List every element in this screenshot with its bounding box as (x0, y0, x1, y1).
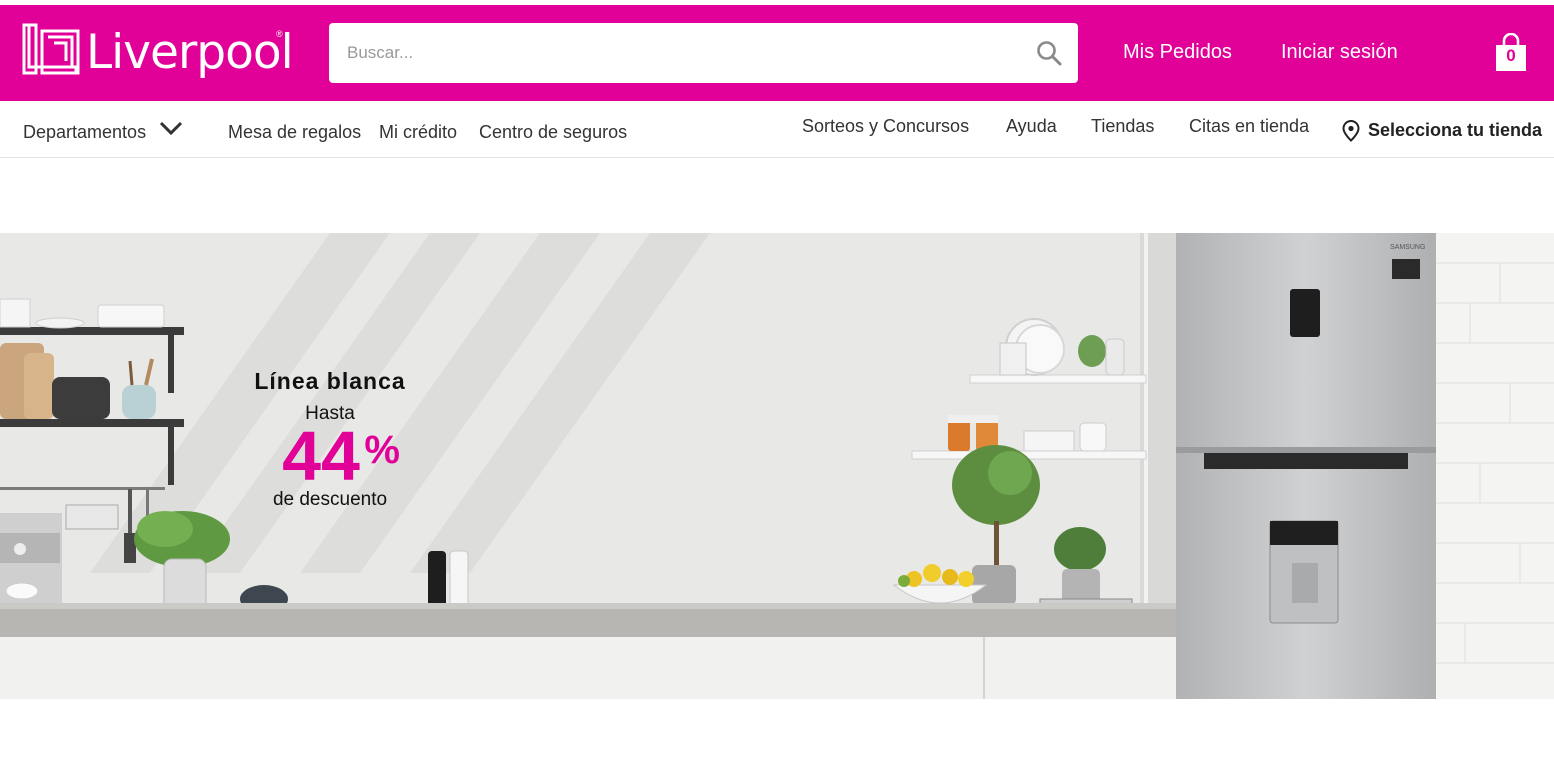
promo-discount-unit: % (364, 428, 400, 472)
location-pin-icon[interactable] (1342, 120, 1360, 142)
secondary-nav: Departamentos Mesa de regalos Mi crédito… (0, 101, 1554, 158)
select-store-link[interactable]: Selecciona tu tienda (1368, 120, 1542, 141)
shopping-bag-button[interactable]: 0 (1494, 32, 1528, 73)
nav-my-credit[interactable]: Mi crédito (379, 122, 457, 143)
cart-count: 0 (1506, 46, 1516, 65)
nav-insurance-center[interactable]: Centro de seguros (479, 122, 627, 143)
site-header: Liverpool ® Mis Pedidos Iniciar sesión 0 (0, 5, 1554, 101)
liverpool-logo[interactable]: Liverpool ® (22, 23, 294, 80)
nav-help[interactable]: Ayuda (1006, 116, 1057, 137)
nav-sweepstakes[interactable]: Sorteos y Concursos (802, 116, 969, 137)
search-icon[interactable] (1036, 40, 1062, 66)
chevron-down-icon[interactable] (159, 120, 183, 136)
nav-stores[interactable]: Tiendas (1091, 116, 1154, 137)
fridge-brand-label: SAMSUNG (1390, 244, 1425, 251)
promo-text: Línea blanca Hasta 44 % de descuento (230, 368, 430, 511)
nav-gift-registry[interactable]: Mesa de regalos (228, 122, 361, 143)
logo-wordmark: Liverpool (86, 25, 294, 80)
departments-menu[interactable]: Departamentos (23, 122, 146, 143)
liverpool-logo-icon (22, 23, 80, 75)
promo-title: Línea blanca (254, 368, 406, 394)
login-link[interactable]: Iniciar sesión (1281, 41, 1398, 64)
my-orders-link[interactable]: Mis Pedidos (1123, 41, 1232, 64)
promo-discount: 44 % (282, 421, 400, 491)
search-bar (329, 23, 1078, 83)
promo-banner[interactable]: SAMSUNG Línea blanca Hasta 44 % de descu… (0, 233, 1554, 699)
promo-discount-value: 44 (282, 417, 360, 495)
logo-registered-mark: ® (276, 29, 283, 39)
search-input[interactable] (329, 23, 1027, 83)
nav-store-appointments[interactable]: Citas en tienda (1189, 116, 1309, 137)
